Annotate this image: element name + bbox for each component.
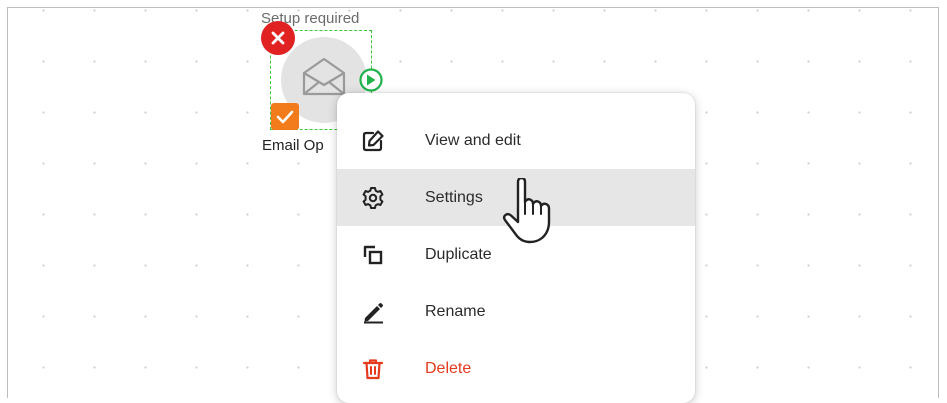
edit-icon bbox=[359, 127, 387, 155]
hand-pointer-icon bbox=[502, 176, 560, 249]
close-icon[interactable] bbox=[261, 21, 295, 55]
menu-item-label: View and edit bbox=[425, 131, 521, 149]
menu-item-delete[interactable]: Delete bbox=[337, 340, 695, 397]
pencil-icon bbox=[359, 298, 387, 326]
gear-icon bbox=[359, 184, 387, 212]
trash-icon bbox=[359, 355, 387, 383]
menu-item-label: Settings bbox=[425, 188, 483, 206]
checkmark-icon[interactable] bbox=[271, 103, 299, 130]
duplicate-icon bbox=[359, 241, 387, 269]
menu-item-view-and-edit[interactable]: View and edit bbox=[337, 112, 695, 169]
menu-item-label: Duplicate bbox=[425, 245, 492, 263]
node-label: Email Op bbox=[262, 137, 324, 154]
menu-item-label: Delete bbox=[425, 359, 472, 377]
menu-item-label: Rename bbox=[425, 302, 486, 320]
menu-item-rename[interactable]: Rename bbox=[337, 283, 695, 340]
